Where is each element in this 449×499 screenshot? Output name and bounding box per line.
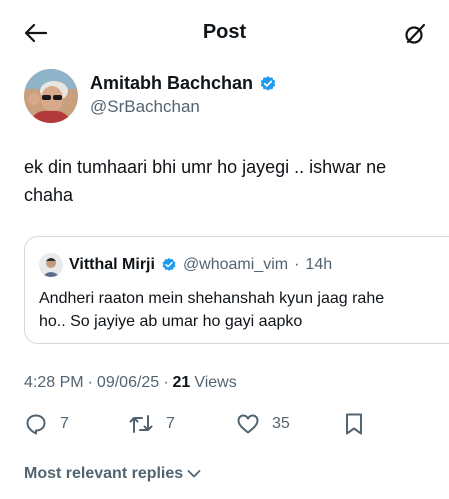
quote-separator: · bbox=[294, 256, 300, 273]
reply-count: 7 bbox=[60, 415, 69, 432]
like-count: 35 bbox=[272, 415, 290, 432]
like-button[interactable]: 35 bbox=[236, 412, 290, 436]
action-bar: 7 7 35 bbox=[24, 412, 424, 440]
post-meta: 4:28 PM · 09/06/25 · 21 Views bbox=[24, 374, 237, 392]
repost-count: 7 bbox=[166, 415, 175, 432]
reply-icon bbox=[26, 414, 46, 435]
reply-button[interactable]: 7 bbox=[24, 412, 69, 436]
views-count: 21 bbox=[172, 374, 191, 391]
replies-sort-label: Most relevant replies bbox=[24, 465, 184, 482]
post-text: ek din tumhaari bhi umr ho jayegi .. ish… bbox=[24, 157, 387, 205]
meta-separator: · bbox=[163, 374, 169, 391]
author-handle[interactable]: @SrBachchan bbox=[90, 97, 200, 117]
avatar[interactable] bbox=[24, 69, 78, 123]
views-label: Views bbox=[194, 374, 237, 391]
repost-icon bbox=[129, 415, 153, 433]
page-title: Post bbox=[202, 21, 247, 43]
bookmark-button[interactable] bbox=[344, 412, 364, 436]
quote-author-handle: @whoami_vim bbox=[182, 256, 289, 273]
quote-author-name: Vitthal Mirji bbox=[69, 256, 155, 273]
meta-separator: · bbox=[87, 374, 93, 391]
verified-badge-icon bbox=[260, 75, 276, 91]
post-time: 4:28 PM bbox=[24, 374, 84, 391]
quoted-post[interactable]: Vitthal Mirji @whoami_vim · 14h Andheri … bbox=[24, 236, 449, 344]
author-name[interactable]: Amitabh Bachchan bbox=[90, 73, 253, 94]
post-author: Amitabh Bachchan @SrBachchan bbox=[24, 69, 424, 125]
repost-button[interactable]: 7 bbox=[128, 412, 175, 436]
chevron-down-icon bbox=[187, 470, 201, 478]
grok-button[interactable] bbox=[401, 20, 429, 48]
post-date: 09/06/25 bbox=[96, 374, 160, 391]
top-bar: Post bbox=[0, 0, 449, 64]
quote-time: 14h bbox=[305, 256, 333, 273]
heart-icon bbox=[237, 414, 259, 434]
verified-badge-icon bbox=[162, 258, 176, 271]
bookmark-icon bbox=[346, 413, 362, 435]
grok-icon bbox=[405, 23, 426, 44]
replies-sort-dropdown[interactable]: Most relevant replies bbox=[24, 465, 201, 483]
quote-avatar bbox=[39, 253, 63, 277]
quote-text: Andheri raaton mein shehanshah kyun jaag… bbox=[39, 290, 385, 330]
